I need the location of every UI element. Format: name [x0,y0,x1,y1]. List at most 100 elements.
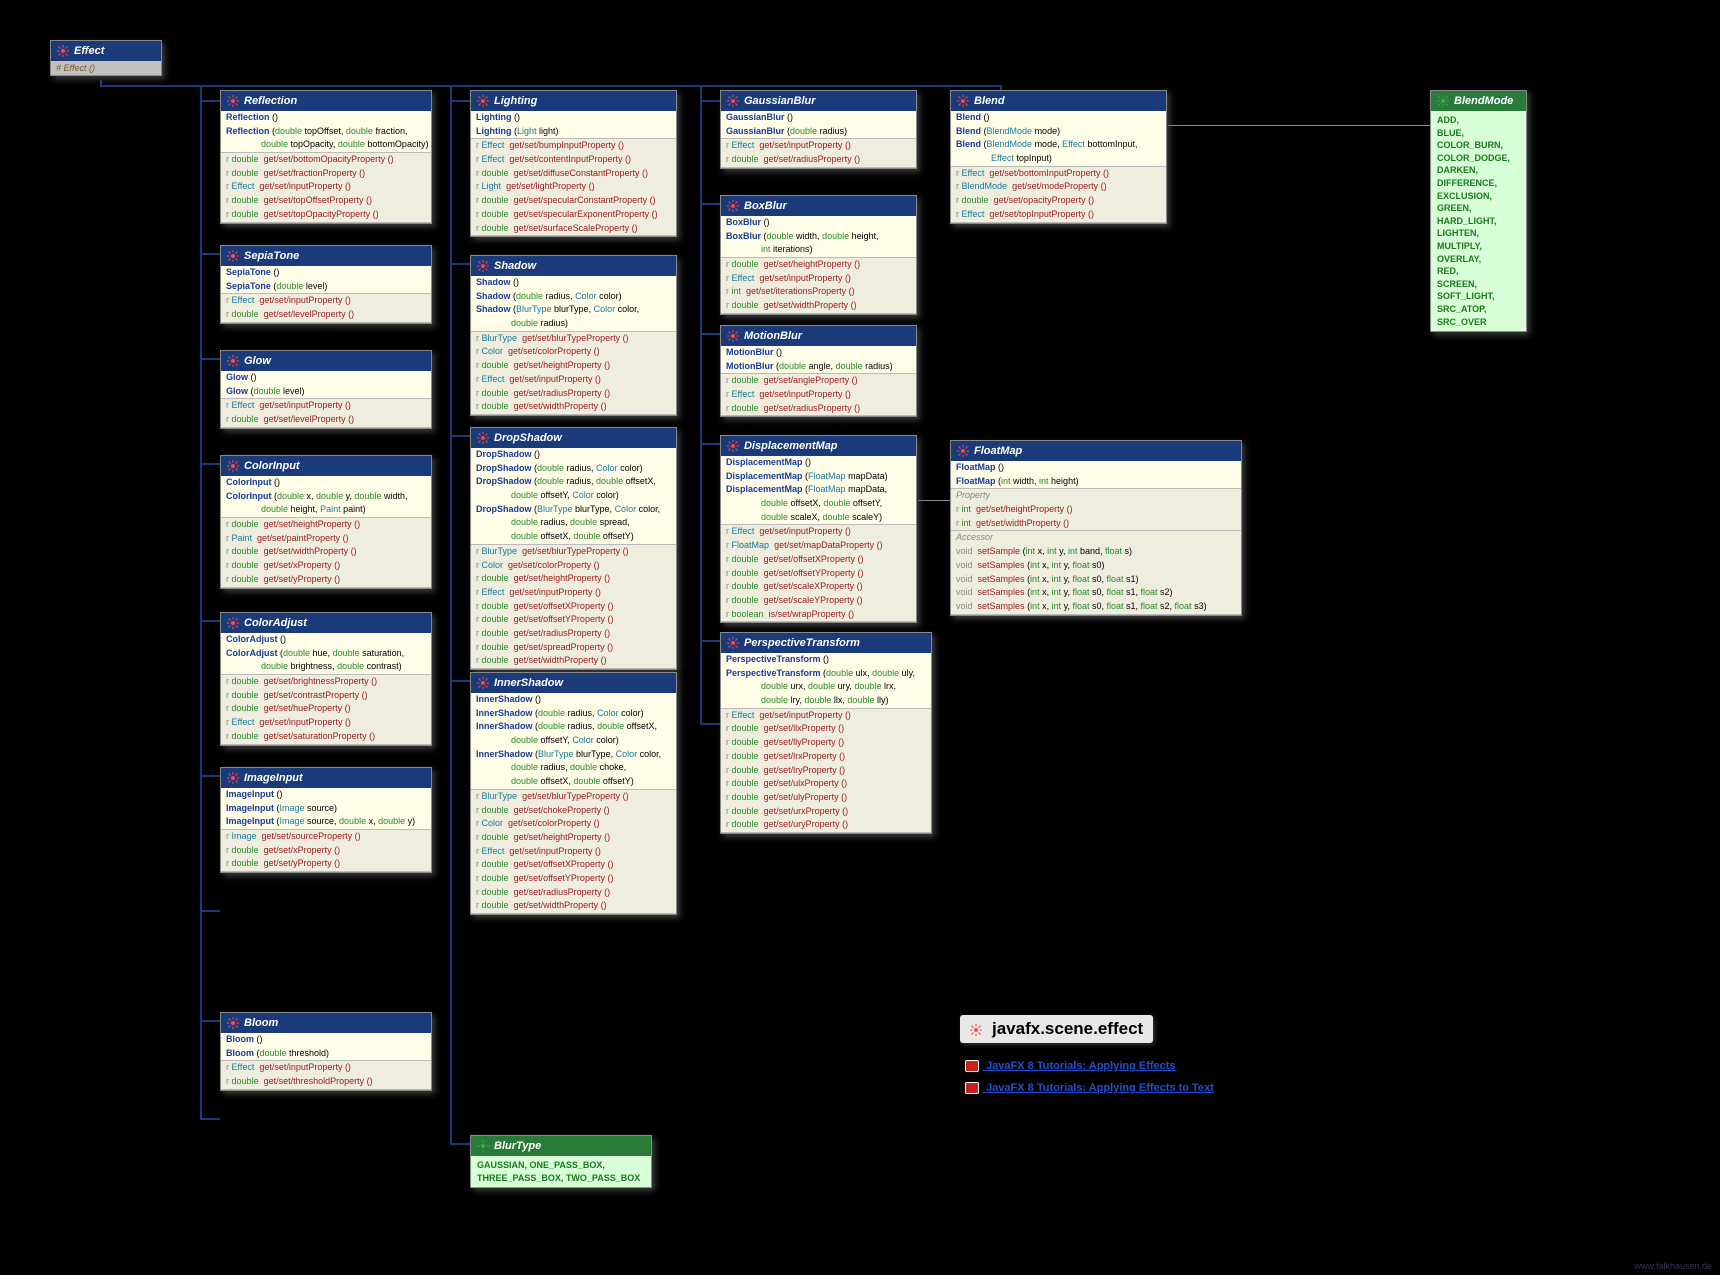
ctor-row: Glow () [221,371,431,385]
ctor-row: DropShadow (double radius, Color color) [471,462,676,476]
prop-row: r double get/set/scaleYProperty () [721,594,916,608]
class-icon [957,95,969,107]
enum-body: GAUSSIAN, ONE_PASS_BOX, THREE_PASS_BOX, … [471,1156,651,1187]
prop-row: r double get/set/diffuseConstantProperty… [471,167,676,181]
prop-section: r Effect get/set/inputProperty ()r doubl… [721,709,931,833]
ctor-section: Glow ()Glow (double level) [221,371,431,399]
class-title: DisplacementMap [744,440,838,452]
prop-row: r double get/set/heightProperty () [471,359,676,373]
class-shadow: ShadowShadow ()Shadow (double radius, Co… [470,255,677,416]
ctor-section: DisplacementMap ()DisplacementMap (Float… [721,456,916,525]
prop-row: r double get/set/offsetYProperty () [471,613,676,627]
ctor-row: Shadow (double radius, Color color) [471,290,676,304]
enum-item: THREE_PASS_BOX, TWO_PASS_BOX [477,1172,645,1185]
prop-row: r double get/set/widthProperty () [471,400,676,414]
link-tutorials-1[interactable]: JavaFX 8 Tutorials: Applying Effects [965,1060,1176,1072]
ctor-row: Reflection (double topOffset, double fra… [221,125,431,139]
prop-row: r int get/set/widthProperty () [951,517,1241,531]
tree-stub [200,1118,220,1120]
class-dropshadow: DropShadowDropShadow ()DropShadow (doubl… [470,427,677,670]
ctor-row: Shadow (BlurType blurType, Color color, [471,303,676,317]
ctor-row-cont: double brightness, double contrast) [221,660,431,674]
ctor-row: InnerShadow (double radius, Color color) [471,707,676,721]
class-header: DisplacementMap [721,436,916,456]
prop-row: r double get/set/radiusProperty () [721,153,916,167]
tree-line [700,85,702,725]
prop-row: r double get/set/xProperty () [221,559,431,573]
ctor-row: ColorInput () [221,476,431,490]
prop-section: r Effect get/set/inputProperty ()r doubl… [221,294,431,322]
ctor-row: Shadow () [471,276,676,290]
prop-row: r double get/set/contrastProperty () [221,689,431,703]
class-innershadow: InnerShadowInnerShadow ()InnerShadow (do… [470,672,677,915]
enum-item: BLUE, [1437,127,1520,140]
enum-item: LIGHTEN, [1437,227,1520,240]
class-reflection: ReflectionReflection ()Reflection (doubl… [220,90,432,224]
ctor-row-cont: double scaleX, double scaleY) [721,511,916,525]
prop-section: r Effect get/set/inputProperty ()r doubl… [221,1061,431,1089]
prop-row: r double get/set/saturationProperty () [221,730,431,744]
tree-stub [450,100,470,102]
prop-row: r double get/set/topOffsetProperty () [221,194,431,208]
prop-row: r double get/set/offsetXProperty () [471,858,676,872]
class-imageinput: ImageInputImageInput ()ImageInput (Image… [220,767,432,873]
accessor-row: void setSamples (int x, int y, float s0,… [951,586,1241,600]
prop-row: r Color get/set/colorProperty () [471,817,676,831]
class-header: BoxBlur [721,196,916,216]
enum-item: GAUSSIAN, ONE_PASS_BOX, [477,1159,645,1172]
class-icon [727,440,739,452]
prop-section: r double get/set/bottomOpacityProperty (… [221,153,431,222]
ctor-row-cont: double urx, double ury, double lrx, [721,680,931,694]
enum-blendmode: BlendModeADD,BLUE,COLOR_BURN,COLOR_DODGE… [1430,90,1527,332]
enum-item: GREEN, [1437,202,1520,215]
tree-stub [450,263,470,265]
class-title: Reflection [244,95,297,107]
class-title: GaussianBlur [744,95,816,107]
prop-row: r double get/set/bottomOpacityProperty (… [221,153,431,167]
ctor-row: DisplacementMap (FloatMap mapData) [721,470,916,484]
prop-row: r Effect get/set/bumpInputProperty () [471,139,676,153]
prop-row: r Light get/set/lightProperty () [471,180,676,194]
class-icon [1437,95,1449,107]
enum-item: SOFT_LIGHT, [1437,290,1520,303]
prop-row: r double get/set/lryProperty () [721,764,931,778]
tree-stub [700,640,720,642]
prop-row: r Effect get/set/inputProperty () [721,272,916,286]
class-sub: # Effect () [51,61,161,75]
ctor-row: ColorAdjust () [221,633,431,647]
tree-stub [200,620,220,622]
tree-stub [450,1143,470,1145]
prop-row: r Effect get/set/inputProperty () [471,373,676,387]
prop-row: r double get/set/xProperty () [221,844,431,858]
package-title-text: javafx.scene.effect [992,1019,1143,1039]
class-icon [57,45,69,57]
tree-stub [200,358,220,360]
prop-row: r BlurType get/set/blurTypeProperty () [471,790,676,804]
ctor-row: DisplacementMap () [721,456,916,470]
class-sepiatone: SepiaToneSepiaTone ()SepiaTone (double l… [220,245,432,324]
class-header: ImageInput [221,768,431,788]
link-tutorials-2[interactable]: JavaFX 8 Tutorials: Applying Effects to … [965,1082,1214,1094]
class-icon [957,445,969,457]
prop-row: r Effect get/set/inputProperty () [471,845,676,859]
ctor-row: SepiaTone (double level) [221,280,431,294]
prop-section: r Effect get/set/bumpInputProperty ()r E… [471,139,676,236]
class-motionblur: MotionBlurMotionBlur ()MotionBlur (doubl… [720,325,917,417]
prop-row: r double get/set/specularExponentPropert… [471,208,676,222]
prop-row: r double get/set/radiusProperty () [471,387,676,401]
class-header: InnerShadow [471,673,676,693]
class-title: InnerShadow [494,677,563,689]
prop-row: r int get/set/iterationsProperty () [721,285,916,299]
class-header: FloatMap [951,441,1241,461]
prop-row: r Effect get/set/inputProperty () [721,525,916,539]
prop-row: r Effect get/set/inputProperty () [221,1061,431,1075]
prop-section: r double get/set/heightProperty ()r Pain… [221,518,431,587]
class-title: MotionBlur [744,330,802,342]
prop-section: r Effect get/set/inputProperty ()r doubl… [221,399,431,427]
prop-row: r double get/set/fractionProperty () [221,167,431,181]
ctor-section: FloatMap ()FloatMap (int width, int heig… [951,461,1241,489]
enum-item: HARD_LIGHT, [1437,215,1520,228]
class-icon [227,772,239,784]
class-boxblur: BoxBlurBoxBlur ()BoxBlur (double width, … [720,195,917,315]
prop-section: r Effect get/set/inputProperty ()r Float… [721,525,916,622]
